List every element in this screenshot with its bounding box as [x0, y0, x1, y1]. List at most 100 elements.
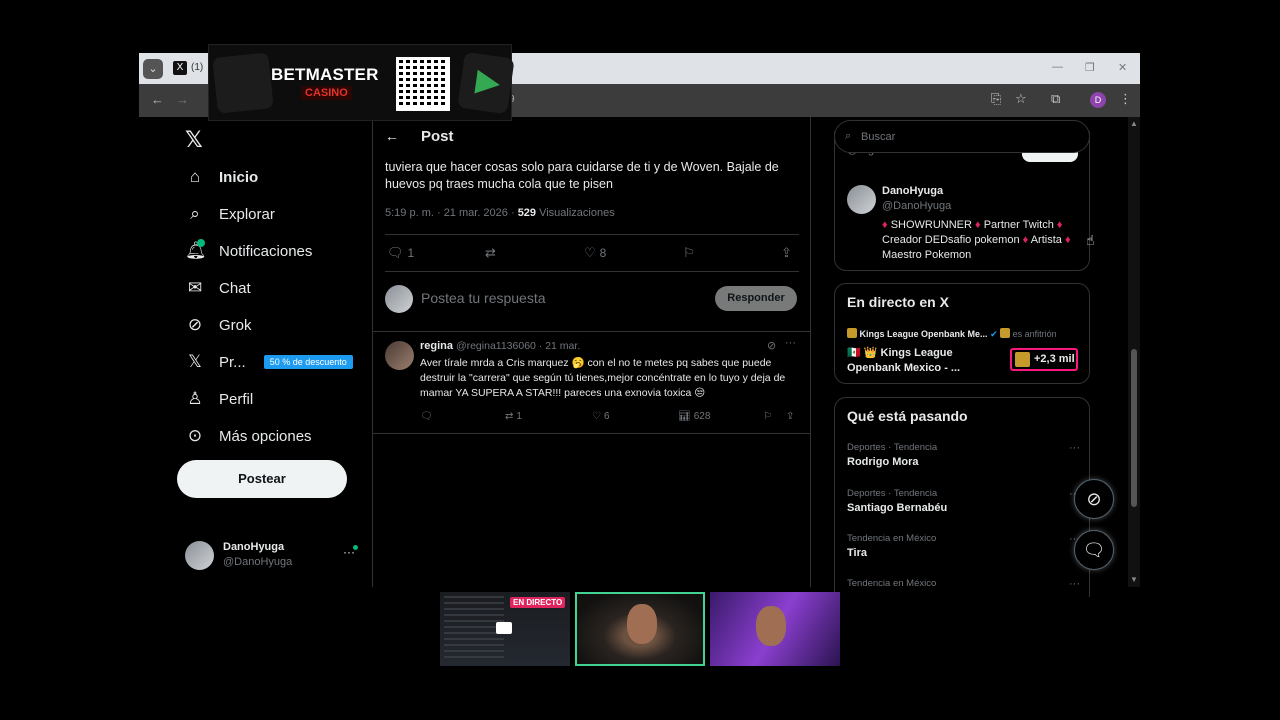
- reply-bookmark-action[interactable]: ⚐: [763, 411, 772, 422]
- diamond-icon: ♦: [975, 219, 981, 231]
- analytics-icon: 📊︎: [678, 411, 691, 422]
- heart-icon: ♡: [592, 411, 601, 422]
- views-count: 529: [517, 207, 537, 219]
- stream-thumbnail-camera-1[interactable]: [575, 592, 705, 666]
- more-icon[interactable]: ···: [1069, 442, 1080, 454]
- diamond-icon: ♦: [882, 219, 888, 231]
- sidebar-item-chat[interactable]: ✉ Chat: [185, 275, 251, 301]
- profile-handle: @DanoHyuga: [882, 200, 952, 212]
- share-icon: ⇪: [786, 411, 795, 422]
- reply-composer: Postea tu respuesta Responder: [385, 283, 799, 313]
- qr-code-icon: [396, 57, 450, 111]
- kings-league-logo-icon: [1000, 328, 1011, 338]
- bookmark-star-icon[interactable]: ☆: [1015, 91, 1027, 107]
- bookmark-icon: ⚐: [763, 411, 772, 422]
- reply-author[interactable]: regina: [420, 340, 453, 352]
- profile-avatar[interactable]: D: [1090, 92, 1106, 108]
- live-host: Kings League Openbank Me... ✔ es anfitri…: [847, 328, 1057, 340]
- mouse-cursor-icon: ☝: [1086, 232, 1095, 248]
- scroll-down-icon[interactable]: ▼: [1130, 575, 1138, 584]
- sidebar-item-mas-opciones[interactable]: ⊙ Más opciones: [185, 423, 312, 449]
- scroll-thumb[interactable]: [1131, 349, 1137, 507]
- search-input[interactable]: ⌕ Buscar: [834, 120, 1090, 153]
- reply-handle: @regina1136060 · 21 mar.: [455, 340, 581, 352]
- more-icon[interactable]: ···: [1069, 578, 1080, 590]
- avatar: [185, 541, 214, 570]
- screen-preview: [444, 596, 504, 660]
- divider: [385, 234, 799, 235]
- x-favicon-icon[interactable]: X: [173, 61, 187, 75]
- heart-icon: ♡: [584, 245, 596, 260]
- reply-share-action[interactable]: ⇪: [786, 411, 794, 422]
- live-title: En directo en X: [847, 294, 949, 310]
- live-listener-count[interactable]: +2,3 mil: [1010, 348, 1078, 371]
- reply-action[interactable]: 🗨︎ 1: [387, 245, 414, 261]
- reply-like-action[interactable]: ♡ 6: [592, 411, 610, 422]
- x-premium-icon: 𝕏: [188, 352, 202, 371]
- trend-item[interactable]: Deportes · Tendencia Rodrigo Mora ···: [847, 442, 1080, 468]
- trend-item[interactable]: Deportes · Tendencia Santiago Bernabéu ·…: [847, 488, 1080, 514]
- kings-league-logo-icon: [847, 328, 857, 338]
- x-logo-icon[interactable]: 𝕏: [185, 127, 203, 153]
- extensions-icon[interactable]: ⧉: [1051, 91, 1060, 107]
- trend-item[interactable]: Tendencia en México Tira ···: [847, 533, 1080, 559]
- divider: [385, 271, 799, 272]
- post-button[interactable]: Postear: [177, 460, 347, 498]
- avatar: [847, 185, 876, 214]
- avatar[interactable]: [385, 341, 414, 370]
- sidebar-item-explorar[interactable]: ⌕ Explorar: [185, 201, 275, 227]
- menu-kebab-icon[interactable]: ⋮: [1119, 91, 1132, 107]
- live-card[interactable]: En directo en X Kings League Openbank Me…: [834, 283, 1090, 384]
- reply-post[interactable]: regina @regina1136060 · 21 mar. ⊘ ··· Av…: [385, 337, 799, 429]
- bookmark-action[interactable]: ⚐: [683, 245, 695, 261]
- divider: [373, 331, 811, 332]
- back-arrow-icon[interactable]: ←: [385, 128, 399, 144]
- share-icon: ⇪: [781, 245, 792, 260]
- scroll-up-icon[interactable]: ▲: [1130, 119, 1138, 128]
- account-handle: @DanoHyuga: [223, 556, 293, 568]
- grok-float-button[interactable]: ⊘: [1074, 479, 1114, 519]
- trend-item[interactable]: Tendencia en México ···: [847, 578, 1080, 590]
- post-meta: 5:19 p. m. · 21 mar. 2026 · 529 Visualiz…: [385, 207, 615, 219]
- comment-icon: 🗨︎: [387, 245, 404, 260]
- page-title: Post: [421, 127, 454, 145]
- scrollbar[interactable]: ▲ ▼: [1128, 117, 1140, 587]
- tab-title[interactable]: (1): [191, 62, 203, 73]
- stream-thumbnail-camera-2[interactable]: [710, 592, 840, 666]
- sidebar-item-inicio[interactable]: ⌂ Inicio: [185, 164, 258, 190]
- more-icon[interactable]: ···: [785, 337, 796, 349]
- reply-input[interactable]: Postea tu respuesta: [421, 290, 546, 306]
- grok-icon[interactable]: ⊘: [767, 339, 776, 352]
- forward-icon[interactable]: →: [176, 92, 189, 107]
- discount-badge: 50 % de descuento: [263, 355, 353, 369]
- verified-icon: ✔: [990, 329, 998, 339]
- post-text: tuviera que hacer cosas solo para cuidar…: [385, 160, 779, 191]
- share-action[interactable]: ⇪: [781, 245, 792, 261]
- back-icon[interactable]: ←: [151, 92, 164, 107]
- reply-views-action[interactable]: 📊︎ 628: [678, 411, 710, 422]
- ad-banner[interactable]: BETMASTER CASINO: [208, 44, 515, 121]
- notification-badge: [197, 239, 205, 247]
- reply-button[interactable]: Responder: [715, 286, 797, 311]
- install-app-icon[interactable]: ⎘: [991, 91, 1001, 107]
- like-action[interactable]: ♡ 8: [584, 245, 606, 261]
- sidebar-item-perfil[interactable]: ♙ Perfil: [185, 386, 253, 412]
- repost-action[interactable]: ⇄: [485, 245, 496, 261]
- restore-icon[interactable]: ❐: [1085, 61, 1095, 74]
- divider: [373, 433, 811, 434]
- tab-search-button[interactable]: ⌄: [143, 59, 163, 79]
- reply-comment-action[interactable]: 🗨︎: [420, 411, 433, 422]
- google-play-icon: [457, 51, 515, 115]
- stream-thumbnail-screen[interactable]: EN DIRECTO: [440, 592, 570, 666]
- sidebar-item-premium[interactable]: 𝕏 Pr... 50 % de descuento: [185, 349, 353, 375]
- sidebar-item-grok[interactable]: ⊘ Grok: [185, 312, 252, 338]
- account-switcher[interactable]: DanoHyuga @DanoHyuga ···: [185, 539, 361, 571]
- reply-repost-action[interactable]: ⇄ 1: [505, 411, 522, 422]
- account-name: DanoHyuga: [223, 541, 285, 553]
- streamer-face: [756, 606, 786, 646]
- chat-float-button[interactable]: 🗨︎: [1074, 530, 1114, 570]
- minimize-icon[interactable]: —: [1052, 61, 1063, 73]
- diamond-icon: ♦: [1056, 219, 1063, 231]
- streamer-face: [627, 604, 657, 644]
- close-icon[interactable]: ✕: [1118, 61, 1127, 74]
